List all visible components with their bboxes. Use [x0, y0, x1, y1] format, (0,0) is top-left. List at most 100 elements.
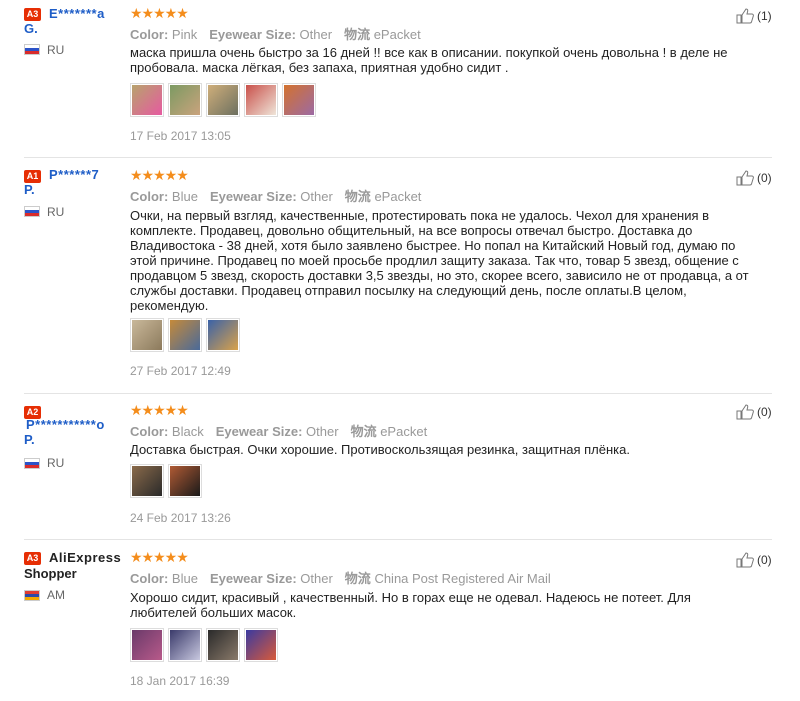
country-code: RU [47, 43, 65, 57]
color-value: Black [171, 424, 204, 439]
helpful-button[interactable]: (1) [736, 8, 772, 24]
thumbs-up-icon [736, 170, 754, 186]
country-flag-icon [24, 206, 40, 217]
photo-image [132, 466, 162, 496]
size-value: Other [300, 571, 333, 586]
size-value: Other [300, 189, 333, 204]
star-rating: ★★★★★ [130, 5, 189, 21]
country-code: AM [47, 588, 65, 602]
review-text: Хорошо сидит, красивый , качественный. Н… [130, 590, 691, 620]
size-label: Eyewear Size: [215, 424, 303, 439]
review-item: A2 P***********o P. RU ★★★★★ Color: Blac… [0, 396, 800, 536]
color-label: Color: [130, 189, 169, 204]
review-text: Доставка быстрая. Очки хорошие. Противос… [130, 442, 630, 457]
reviewer-name-initial[interactable]: G. [24, 21, 38, 36]
review-divider [24, 157, 772, 158]
photo-image [284, 85, 314, 115]
review-photo-thumbnail[interactable] [168, 464, 202, 498]
review-text: Очки, на первый взгляд, качественные, пр… [130, 208, 749, 313]
star-rating: ★★★★★ [130, 549, 189, 565]
country-code: RU [47, 456, 65, 470]
color-label: Color: [130, 27, 169, 42]
photo-image [208, 320, 238, 350]
review-photo-thumbnail[interactable] [130, 318, 164, 352]
review-text: маска пришла очень быстро за 16 дней !! … [130, 45, 728, 75]
reviewer-name-initial[interactable]: P. [24, 182, 35, 197]
size-label: Eyewear Size: [209, 27, 296, 42]
photo-image [132, 85, 162, 115]
review-photo-thumbnail[interactable] [282, 83, 316, 117]
helpful-button[interactable]: (0) [736, 404, 772, 420]
country-flag-icon [24, 44, 40, 55]
thumbs-up-icon [736, 404, 754, 420]
review-divider [24, 539, 772, 540]
level-badge: A3 [24, 552, 41, 565]
reviewer-name[interactable]: E*******a [49, 6, 105, 21]
reviewer-name[interactable]: P******7 [49, 167, 99, 182]
reviewer-name[interactable]: P***********o [26, 417, 105, 432]
helpful-button[interactable]: (0) [736, 170, 772, 186]
shipping-label: 物流 [344, 571, 371, 586]
shipping-value: ePacket [373, 27, 421, 42]
review-photo-thumbnail[interactable] [168, 628, 202, 662]
helpful-count: (1) [757, 9, 772, 23]
shipping-label: 物流 [344, 27, 371, 42]
review-date: 27 Feb 2017 12:49 [130, 364, 231, 378]
shipping-value: China Post Registered Air Mail [374, 571, 551, 586]
reviewer-name-initial[interactable]: P. [24, 432, 35, 447]
review-date: 18 Jan 2017 16:39 [130, 674, 230, 688]
photo-image [208, 85, 238, 115]
photo-image [246, 85, 276, 115]
helpful-count: (0) [757, 171, 772, 185]
review-date: 24 Feb 2017 13:26 [130, 511, 231, 525]
review-photo-thumbnail[interactable] [130, 628, 164, 662]
shipping-value: ePacket [380, 424, 428, 439]
star-rating: ★★★★★ [130, 167, 189, 183]
review-photos [130, 318, 240, 352]
size-value: Other [306, 424, 339, 439]
review-photos [130, 464, 202, 498]
photo-image [170, 320, 200, 350]
photo-image [208, 630, 238, 660]
review-photo-thumbnail[interactable] [206, 628, 240, 662]
size-value: Other [299, 27, 333, 42]
review-photo-thumbnail[interactable] [206, 83, 240, 117]
photo-image [170, 85, 200, 115]
color-value: Blue [171, 571, 198, 586]
helpful-button[interactable]: (0) [736, 552, 772, 568]
photo-image [170, 630, 200, 660]
country-flag-icon [24, 590, 40, 601]
order-attributes: Color: Blue Eyewear Size: Other 物流 ePacket [130, 186, 421, 205]
review-photo-thumbnail[interactable] [244, 628, 278, 662]
shipping-label: 物流 [350, 424, 377, 439]
review-photos [130, 83, 316, 117]
review-item: A3 AliExpress Shopper AM ★★★★★ Color: Bl… [0, 542, 800, 701]
photo-image [246, 630, 276, 660]
photo-image [132, 630, 162, 660]
review-photo-thumbnail[interactable] [168, 318, 202, 352]
order-attributes: Color: Black Eyewear Size: Other 物流 ePacke… [130, 421, 427, 440]
color-value: Pink [171, 27, 198, 42]
reviewer-name-second-line[interactable]: Shopper [24, 566, 77, 581]
photo-image [170, 466, 200, 496]
review-photos [130, 628, 278, 662]
review-photo-thumbnail[interactable] [206, 318, 240, 352]
review-date: 17 Feb 2017 13:05 [130, 129, 231, 143]
country-flag-icon [24, 458, 40, 469]
thumbs-up-icon [736, 8, 754, 24]
thumbs-up-icon [736, 552, 754, 568]
review-item: A3 E*******a G. RU ★★★★★ Color: Pink Eyew… [0, 0, 800, 155]
photo-image [132, 320, 162, 350]
review-divider [24, 393, 772, 394]
star-rating: ★★★★★ [130, 402, 189, 418]
review-photo-thumbnail[interactable] [130, 464, 164, 498]
helpful-count: (0) [757, 405, 772, 419]
review-photo-thumbnail[interactable] [168, 83, 202, 117]
reviewer-name[interactable]: AliExpress [49, 550, 121, 565]
color-value: Blue [171, 189, 198, 204]
order-attributes: Color: Pink Eyewear Size: Other 物流 ePacket [130, 24, 421, 43]
review-photo-thumbnail[interactable] [130, 83, 164, 117]
color-label: Color: [130, 424, 169, 439]
review-item: A1 P******7 P. RU ★★★★★ Color: Blue Eyewe… [0, 160, 800, 390]
review-photo-thumbnail[interactable] [244, 83, 278, 117]
